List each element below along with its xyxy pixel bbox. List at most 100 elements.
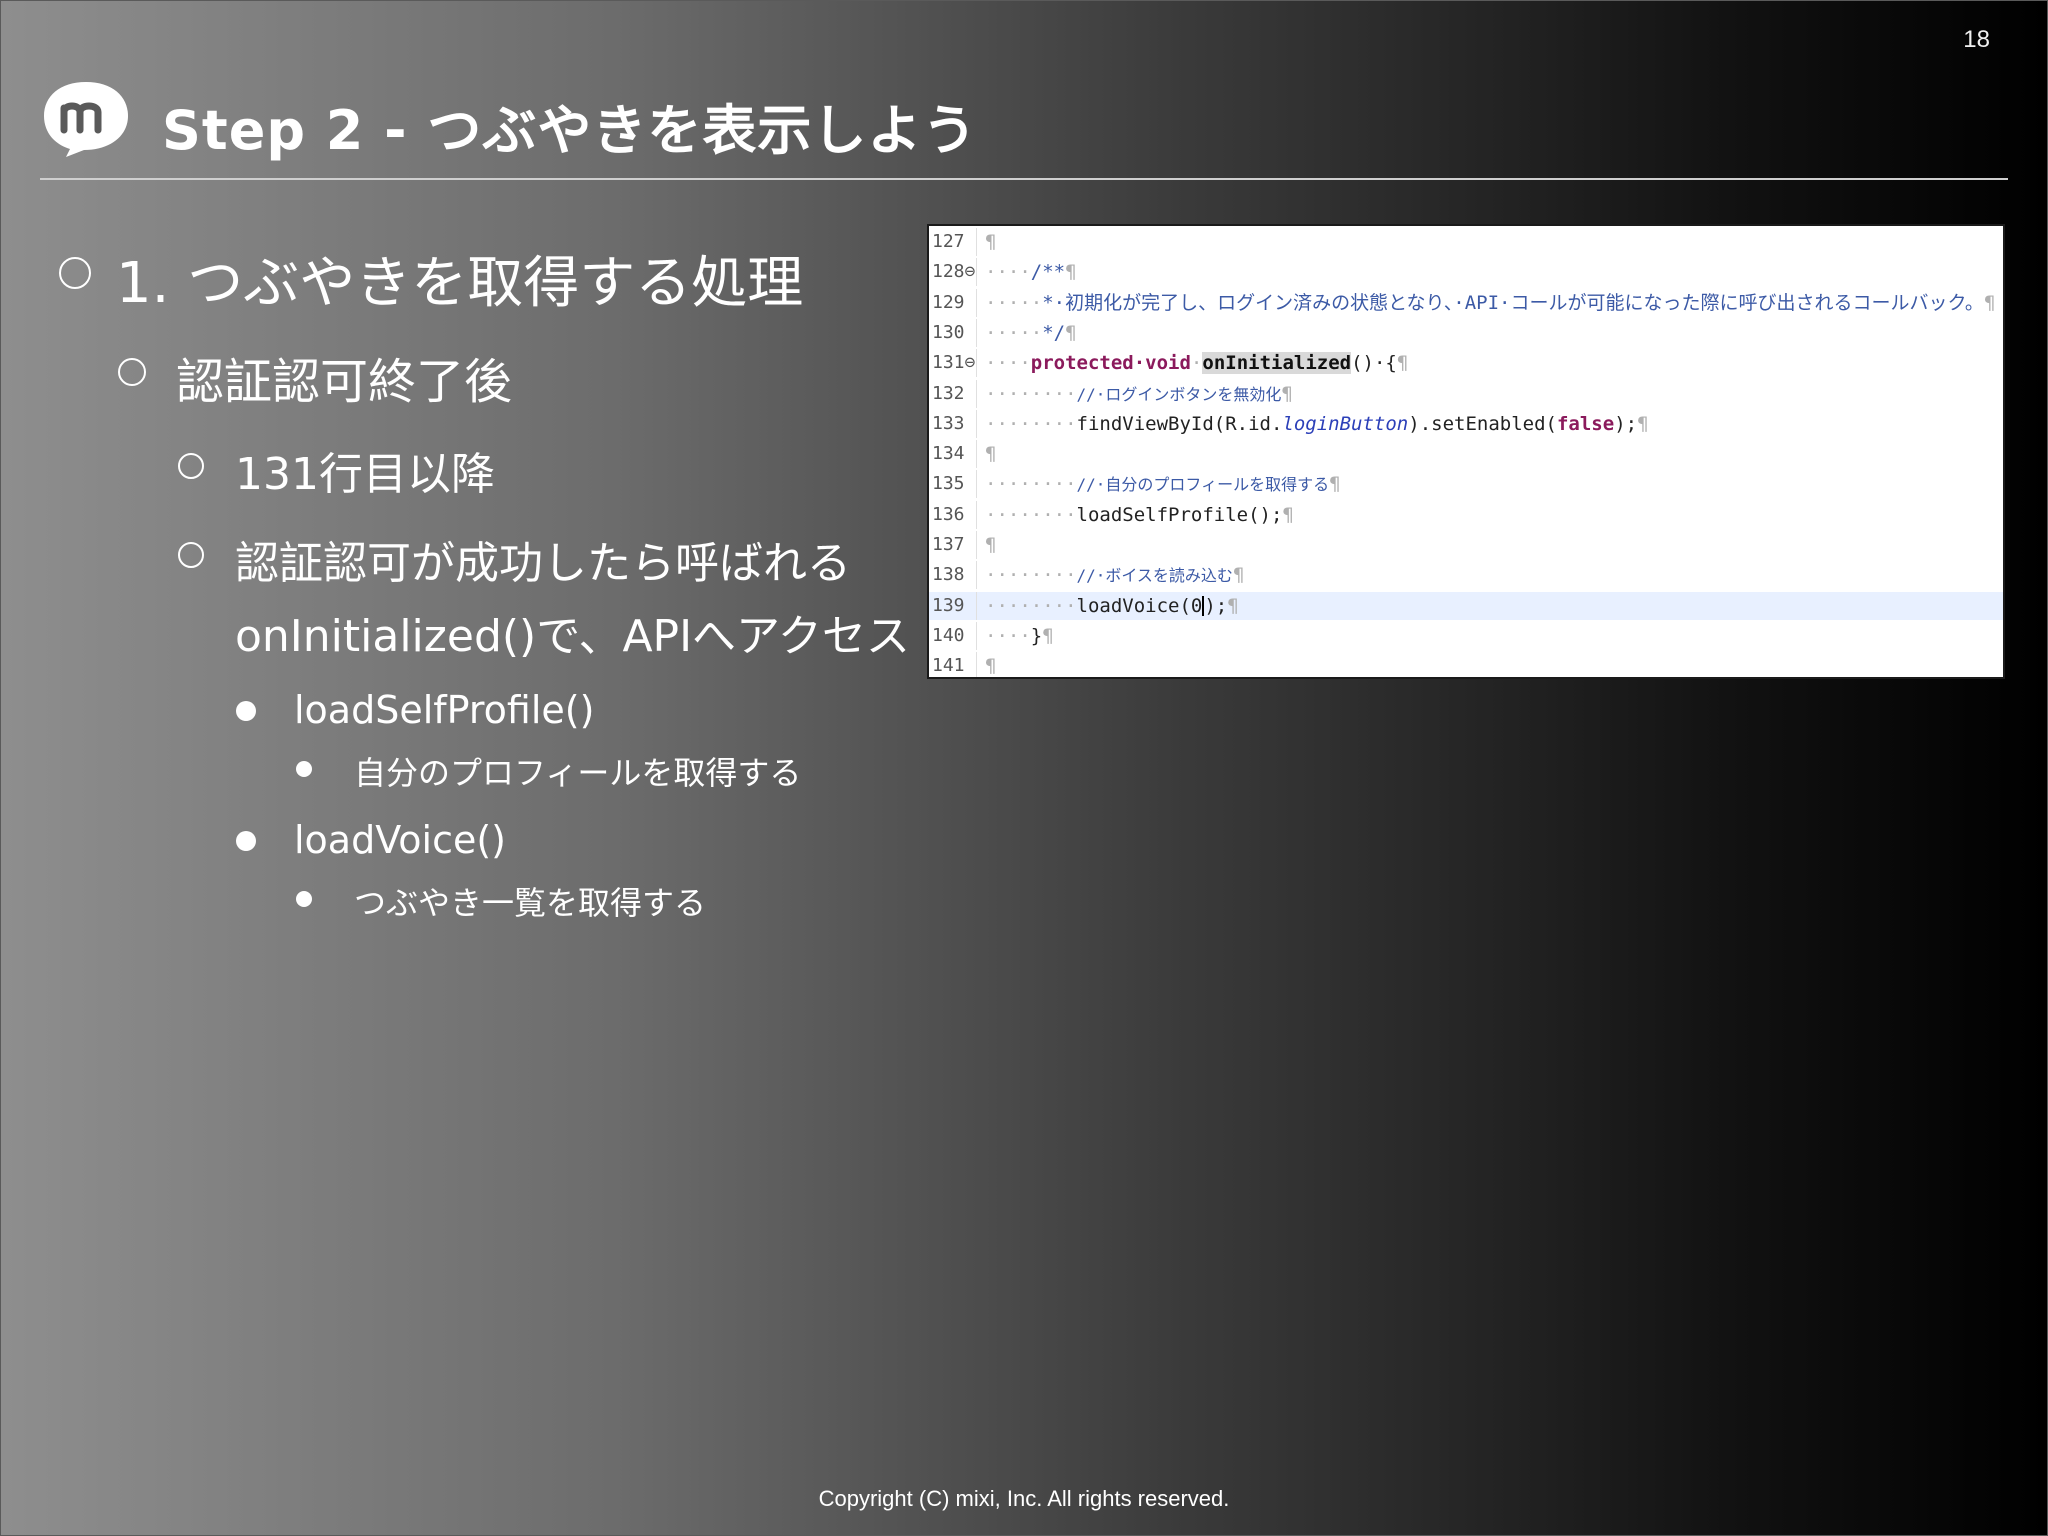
code-token-end: ); [1614, 412, 1638, 435]
code-token-dots: ···· [985, 624, 1031, 647]
code-text: ¶ [985, 228, 996, 256]
code-token-doc: /** [1030, 261, 1066, 284]
level5-bullet-icon [296, 761, 312, 777]
code-line: 140 ····}¶ [929, 621, 2003, 650]
code-line: 131⊖ ····protected·void·onInitialized()·{… [929, 349, 2003, 378]
line-number: 141 [929, 652, 977, 677]
code-token-dots: ···· [985, 261, 1031, 284]
code-text: ········loadVoice(0);¶ [985, 592, 1239, 620]
code-token-dots: ········ [985, 564, 1077, 587]
level1-bullet-icon [59, 257, 91, 289]
code-token-pil: ¶ [985, 655, 997, 678]
code-token-end: ); [1204, 594, 1228, 617]
code-token-pre: } [1030, 624, 1043, 647]
code-token-cm: //·自分のプロフィールを取得する [1076, 475, 1330, 495]
code-token-dots: ····· [985, 321, 1043, 344]
code-token-pil: ¶ [1637, 412, 1649, 435]
code-line: 128⊖ ····/**¶ [929, 258, 2003, 287]
code-token-dots: ········ [985, 473, 1077, 496]
code-line: 130 ·····*/¶ [929, 318, 2003, 347]
code-token-post: ).setEnabled( [1408, 412, 1557, 435]
code-token-dots: ········ [985, 594, 1077, 617]
code-token-pil: ¶ [1396, 352, 1409, 375]
bullet-level2: 認証認可終了後 [176, 354, 513, 410]
code-token-cm: //·ログインボタンを無効化 [1076, 384, 1282, 404]
code-line: 135 ········//·自分のプロフィールを取得する¶ [929, 470, 2003, 499]
code-token-pil: ¶ [1042, 624, 1054, 647]
code-token-pil: ¶ [1227, 594, 1239, 617]
line-number: 131⊖ [929, 349, 977, 378]
bullet-level3-oninitialized-line1: 認証認可が成功したら呼ばれる [235, 538, 851, 589]
line-number: 139 [929, 591, 977, 620]
code-token-fld: loginButton [1282, 412, 1409, 435]
code-text: ····protected·void·onInitialized()·{¶ [985, 349, 1408, 377]
code-text: ········//·自分のプロフィールを取得する¶ [985, 470, 1341, 499]
code-token-kw2: false [1556, 412, 1615, 435]
level4-bullet-icon [236, 701, 256, 721]
code-token-dots: ········ [985, 503, 1077, 526]
code-token-rest: ()·{ [1351, 352, 1397, 375]
line-number: 130 [929, 318, 977, 347]
code-token-dots: ····· [985, 291, 1043, 314]
bullet-level4-loadselfprofile: loadSelfProfile() [294, 688, 595, 732]
code-token-doc: *·初期化が完了し、ログイン済みの状態となり、·API·コールが可能になった際に… [1042, 291, 1984, 314]
code-text: ¶ [985, 440, 996, 468]
bullet-level5-self-profile: 自分のプロフィールを取得する [354, 754, 802, 792]
code-token-dots: ···· [985, 352, 1031, 375]
code-text: ·····*·初期化が完了し、ログイン済みの状態となり、·API·コールが可能に… [985, 289, 1995, 317]
code-token-pil: ¶ [1065, 261, 1077, 284]
bullet-level3-oninitialized-line2: onInitialized()で、APIへアクセス [235, 611, 910, 662]
code-token-kw: protected·void [1030, 352, 1191, 375]
level4-bullet-icon [236, 831, 256, 851]
copyright-footer: Copyright (C) mixi, Inc. All rights rese… [818, 1486, 1230, 1511]
slide-title: Step 2 - つぶやきを表示しよう [162, 99, 978, 162]
bullet-level4-loadvoice: loadVoice() [294, 818, 506, 862]
code-text: ·····*/¶ [985, 319, 1077, 347]
code-line: 133 ········findViewById(R.id.loginButton… [929, 409, 2003, 438]
code-line: 137 ¶ [929, 531, 2003, 559]
line-number: 137 [929, 531, 977, 559]
code-token-pil: ¶ [985, 231, 997, 253]
code-line: 129 ·····*·初期化が完了し、ログイン済みの状態となり、·API·コールが… [929, 288, 2003, 317]
bullet-level5-voice-list: つぶやき一覧を取得する [354, 884, 707, 922]
code-text: ¶ [985, 531, 996, 559]
code-line: 127 ¶ [929, 228, 2003, 256]
line-number: 134 [929, 440, 977, 469]
code-line: 139 ········loadVoice(0);¶ [929, 591, 2003, 620]
level2-bullet-icon [118, 358, 146, 386]
line-number: 127 [929, 228, 977, 256]
bullet-level1: 1. つぶやきを取得する処理 [116, 251, 804, 316]
code-token-pil: ¶ [1983, 291, 1996, 314]
line-number: 128⊖ [929, 258, 977, 287]
code-token-cm: //·ボイスを読み込む [1076, 566, 1233, 586]
level3-bullet-icon [178, 453, 204, 479]
code-token-pre: loadVoice(0 [1076, 594, 1203, 617]
code-token-pil: ¶ [985, 443, 997, 466]
code-token-dots: ········ [985, 412, 1077, 435]
code-screenshot-panel: 127 ¶ 128⊖ ····/**¶ 129 ·····*·初期化が完了し、ログイン済み… [927, 224, 2005, 679]
bullet-level3-line-range: 131行目以降 [235, 449, 495, 500]
code-token-doc: */ [1042, 321, 1066, 344]
code-token-pil: ¶ [1232, 564, 1245, 587]
line-number: 138 [929, 561, 977, 590]
code-token-dots: ········ [985, 382, 1077, 405]
code-text: ········findViewById(R.id.loginButton).s… [985, 410, 1649, 438]
code-text: ········loadSelfProfile();¶ [985, 501, 1294, 529]
code-line: 132 ········//·ログインボタンを無効化¶ [929, 379, 2003, 409]
code-text: ····/**¶ [985, 258, 1077, 286]
line-number: 136 [929, 500, 977, 529]
code-text: ¶ [985, 652, 997, 678]
code-line: 136 ········loadSelfProfile();¶ [929, 500, 2003, 529]
code-token-pil: ¶ [1329, 473, 1341, 496]
code-token-pre: findViewById(R.id. [1076, 412, 1283, 435]
line-number: 135 [929, 470, 977, 499]
code-text: ····}¶ [985, 622, 1054, 650]
code-token-pil: ¶ [985, 534, 997, 556]
code-line: 134 ¶ [929, 440, 2003, 469]
code-token-pil: ¶ [1282, 503, 1294, 526]
code-text: ········//·ログインボタンを無効化¶ [985, 380, 1293, 409]
code-token-pil: ¶ [1281, 382, 1293, 405]
code-token-sp: · [1190, 352, 1203, 375]
line-number: 140 [929, 621, 977, 650]
code-token-fn: onInitialized [1202, 352, 1352, 375]
